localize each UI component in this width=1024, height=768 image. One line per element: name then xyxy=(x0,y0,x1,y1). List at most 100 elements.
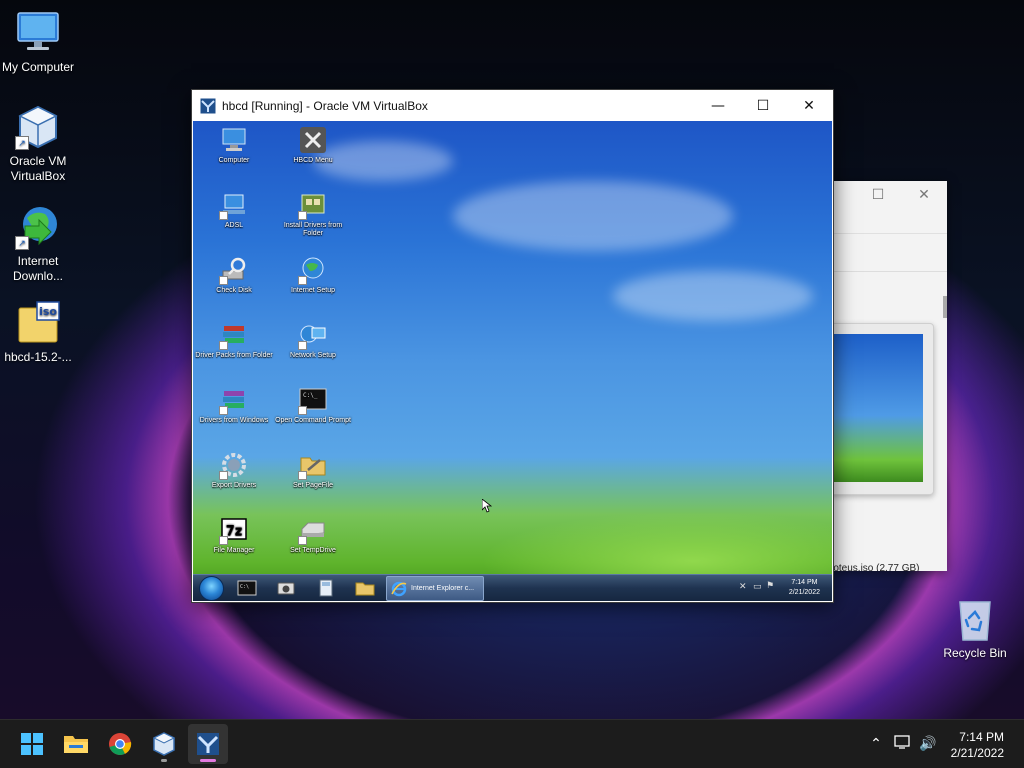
taskbar-clock[interactable]: 7:14 PM 2/21/2022 xyxy=(951,729,1004,761)
taskbar-virtualbox-manager[interactable] xyxy=(144,724,184,764)
guest-taskbar-cmd[interactable]: C:\ xyxy=(229,577,265,599)
taskbar: ⌃ 🔊 7:14 PM 2/21/2022 xyxy=(0,719,1024,768)
guest-taskbar: C:\ Internet Explorer c... ✕ ▭ ⚑ 7:14 PM xyxy=(193,574,832,601)
shortcut-arrow-icon: ↗ xyxy=(15,136,29,150)
desktop-icon-recycle-bin[interactable]: Recycle Bin xyxy=(937,596,1013,661)
check-disk-icon xyxy=(219,255,249,285)
minimize-button[interactable]: — xyxy=(695,90,741,121)
maximize-button[interactable]: ☐ xyxy=(740,90,786,121)
virtualbox-vm-icon xyxy=(200,98,216,114)
guest-icon-install-drivers[interactable]: Install Drivers from Folder xyxy=(274,190,352,238)
guest-icon-computer[interactable]: Computer xyxy=(195,125,273,165)
guest-taskbar-screenshot[interactable] xyxy=(268,577,304,599)
windows-start-icon xyxy=(21,733,43,755)
shortcut-arrow-icon xyxy=(219,276,228,285)
volume-icon[interactable]: 🔊 xyxy=(918,734,938,754)
svg-text:C:\_: C:\_ xyxy=(303,392,318,399)
cloud-decoration xyxy=(613,271,813,321)
guest-clock[interactable]: 7:14 PM 2/21/2022 xyxy=(789,578,820,598)
calculator-icon xyxy=(319,579,333,597)
guest-taskbar-ie-label: Internet Explorer c... xyxy=(411,585,475,592)
guest-icon-label: Check Disk xyxy=(216,287,252,294)
shortcut-arrow-icon xyxy=(219,341,228,350)
svg-text:7z: 7z xyxy=(226,524,243,539)
desktop-icon-label: My Computer xyxy=(1,60,75,74)
guest-icon-label: Set PageFile xyxy=(292,482,334,489)
guest-system-tray: ✕ ▭ ⚑ 7:14 PM 2/21/2022 xyxy=(732,575,832,601)
chrome-icon xyxy=(109,733,132,755)
close-button[interactable]: ✕ xyxy=(786,90,832,121)
desktop-icon-hbcd-iso[interactable]: iso hbcd-15.2-... xyxy=(0,300,76,365)
gear-icon xyxy=(219,450,249,480)
guest-icon-command-prompt[interactable]: C:\_ Open Command Prompt xyxy=(274,385,352,425)
tools-icon xyxy=(298,125,328,155)
shortcut-arrow-icon xyxy=(298,276,307,285)
guest-icon-network-setup[interactable]: Network Setup xyxy=(274,320,352,360)
taskbar-file-explorer[interactable] xyxy=(56,724,96,764)
shortcut-arrow-icon xyxy=(219,211,228,220)
taskbar-chrome[interactable] xyxy=(100,724,140,764)
network-tray-icon[interactable]: ▭ xyxy=(753,582,762,592)
guest-icon-internet-setup[interactable]: Internet Setup xyxy=(274,255,352,295)
shortcut-arrow-icon xyxy=(298,471,307,480)
guest-icon-set-tempdrive[interactable]: Set TempDrive xyxy=(274,515,352,555)
guest-desktop[interactable]: Computer ADSL Check Disk Driver Packs fr… xyxy=(193,121,832,601)
shortcut-arrow-icon xyxy=(219,536,228,545)
guest-taskbar-calculator[interactable] xyxy=(308,577,344,599)
taskbar-start-button[interactable] xyxy=(12,724,52,764)
guest-icon-adsl[interactable]: ADSL xyxy=(195,190,273,230)
clock-date: 2/21/2022 xyxy=(950,746,1004,760)
clock-time: 7:14 PM xyxy=(959,730,1004,744)
iso-file-icon: iso xyxy=(15,300,61,346)
taskbar-hbcd-vm[interactable] xyxy=(188,724,228,764)
divider xyxy=(820,233,947,234)
guest-taskbar-explorer[interactable] xyxy=(347,577,383,599)
books-icon xyxy=(219,385,249,415)
cmd-icon: C:\ xyxy=(237,580,257,596)
globe-icon xyxy=(298,255,328,285)
guest-icon-label: Network Setup xyxy=(290,352,336,359)
network-icon[interactable] xyxy=(893,734,913,754)
guest-icon-check-disk[interactable]: Check Disk xyxy=(195,255,273,295)
background-window-titlebar[interactable]: ☐ ✕ xyxy=(820,181,947,211)
virtualbox-vm-window[interactable]: hbcd [Running] - Oracle VM VirtualBox — … xyxy=(191,89,834,603)
7zip-icon: 7z xyxy=(219,515,249,545)
guest-icon-set-pagefile[interactable]: Set PageFile xyxy=(274,450,352,490)
desktop-icon-virtualbox[interactable]: ↗ Oracle VM VirtualBox xyxy=(0,104,76,184)
window-titlebar[interactable]: hbcd [Running] - Oracle VM VirtualBox — … xyxy=(192,90,833,121)
guest-icon-label: Install Drivers from Folder xyxy=(283,222,343,237)
books-icon xyxy=(219,320,249,350)
chevron-up-icon[interactable]: ⌃ xyxy=(866,734,886,754)
folder-tools-icon xyxy=(298,450,328,480)
maximize-icon[interactable]: ☐ xyxy=(870,187,886,203)
recycle-bin-icon xyxy=(952,596,998,642)
background-window[interactable]: ☐ ✕ roteus.iso (2.77 GB) xyxy=(820,181,947,571)
desktop-icon-label: Internet Downlo... xyxy=(12,254,64,283)
guest-icon-driver-packs[interactable]: Driver Packs from Folder xyxy=(195,320,273,360)
virtualbox-icon xyxy=(152,732,176,756)
divider xyxy=(820,271,947,272)
window-title: hbcd [Running] - Oracle VM VirtualBox xyxy=(222,98,428,113)
vm-preview-screen xyxy=(831,334,923,482)
guest-taskbar-internet-explorer[interactable]: Internet Explorer c... xyxy=(386,576,484,601)
desktop-icon-my-computer[interactable]: My Computer xyxy=(0,10,76,75)
guest-icon-hbcd-menu[interactable]: HBCD Menu xyxy=(274,125,352,165)
desktop-icon-internet-download-manager[interactable]: ↗ Internet Downlo... xyxy=(0,204,76,284)
guest-icon-drivers-from-windows[interactable]: Drivers from Windows xyxy=(195,385,273,425)
guest-icon-label: Export Drivers xyxy=(211,482,257,489)
shortcut-arrow-icon xyxy=(298,341,307,350)
drivers-icon xyxy=(298,190,328,220)
download-manager-icon: ↗ xyxy=(15,204,61,250)
guest-icon-export-drivers[interactable]: Export Drivers xyxy=(195,450,273,490)
shortcut-arrow-icon xyxy=(219,471,228,480)
camera-icon xyxy=(277,582,295,595)
guest-icon-file-manager[interactable]: 7z File Manager xyxy=(195,515,273,555)
scrollbar[interactable] xyxy=(943,296,947,318)
close-icon[interactable]: ✕ xyxy=(916,187,932,203)
shortcut-arrow-icon xyxy=(298,536,307,545)
guest-icon-label: ADSL xyxy=(224,222,244,229)
flag-tray-icon[interactable]: ⚑ xyxy=(766,581,774,591)
guest-start-button[interactable] xyxy=(199,576,224,601)
tools-tray-icon[interactable]: ✕ xyxy=(739,582,747,592)
virtualbox-vm-icon xyxy=(197,733,219,755)
